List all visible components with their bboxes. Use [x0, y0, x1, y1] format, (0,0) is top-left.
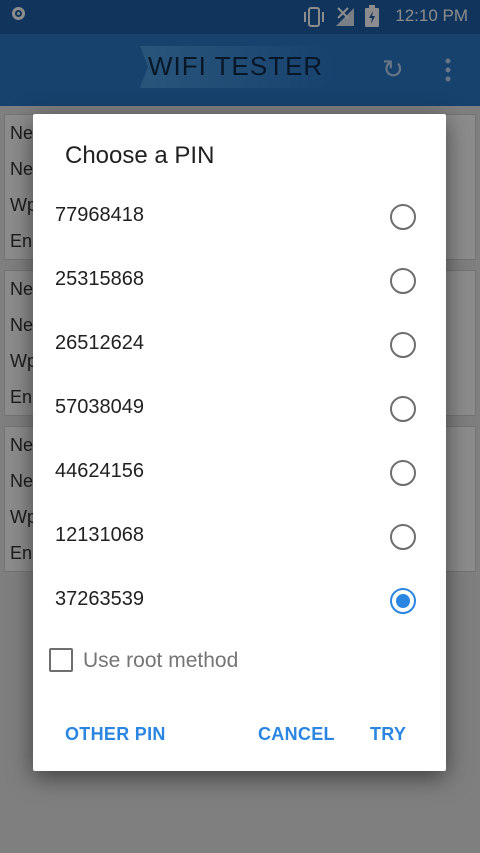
pin-option[interactable]: 26512624	[33, 312, 446, 376]
radio-button[interactable]	[390, 524, 416, 550]
radio-button[interactable]	[390, 396, 416, 422]
pin-option[interactable]: 57038049	[33, 376, 446, 440]
radio-button-selected[interactable]	[390, 588, 416, 614]
pin-value: 44624156	[55, 460, 144, 482]
try-button[interactable]: TRY	[370, 724, 406, 745]
root-method-label: Use root method	[83, 649, 239, 672]
pin-option[interactable]: 77968418	[33, 184, 446, 248]
choose-pin-dialog: Choose a PIN 77968418 25315868 26512624 …	[33, 114, 446, 771]
cancel-button[interactable]: CANCEL	[258, 724, 335, 745]
pin-value: 37263539	[55, 588, 144, 610]
pin-option-selected[interactable]: 37263539	[33, 568, 446, 632]
radio-button[interactable]	[390, 460, 416, 486]
dialog-title: Choose a PIN	[65, 142, 215, 169]
pin-value: 57038049	[55, 396, 144, 418]
root-method-checkbox[interactable]	[49, 648, 73, 672]
radio-button[interactable]	[390, 332, 416, 358]
pin-value: 25315868	[55, 268, 144, 290]
pin-option[interactable]: 44624156	[33, 440, 446, 504]
other-pin-button[interactable]: OTHER PIN	[65, 724, 166, 745]
radio-button[interactable]	[390, 204, 416, 230]
pin-value: 12131068	[55, 524, 144, 546]
radio-button[interactable]	[390, 268, 416, 294]
pin-option[interactable]: 25315868	[33, 248, 446, 312]
pin-value: 77968418	[55, 204, 144, 226]
pin-value: 26512624	[55, 332, 144, 354]
pin-option[interactable]: 12131068	[33, 504, 446, 568]
